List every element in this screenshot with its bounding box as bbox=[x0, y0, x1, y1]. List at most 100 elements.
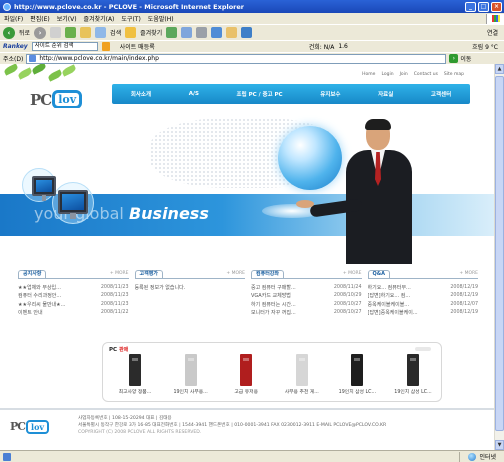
product-item[interactable]: 19인치 삼성 LC... bbox=[389, 354, 437, 395]
favorites-button-label[interactable]: 즐겨찾기 bbox=[140, 28, 162, 37]
list-item[interactable]: 중옥케이블케이블... 2008/12/07 bbox=[368, 300, 479, 309]
pc-tower-image[interactable] bbox=[240, 354, 253, 386]
list-item[interactable]: 하기 컴퓨터는 시간... 2008/10/27 bbox=[251, 300, 362, 309]
site-logo[interactable]: PC lov bbox=[30, 90, 83, 109]
notice-more-link[interactable]: + MORE bbox=[110, 271, 129, 276]
history-icon[interactable] bbox=[166, 27, 178, 38]
product-item[interactable]: 19인치 사무용... bbox=[167, 354, 215, 395]
address-input[interactable]: http://www.pclove.co.kr/main/index.php bbox=[26, 53, 447, 64]
back-arrow-icon[interactable]: ‹ bbox=[3, 26, 15, 39]
rank-search-button[interactable] bbox=[101, 42, 110, 51]
menu-edit[interactable]: 편집(E) bbox=[30, 14, 50, 23]
menu-tools[interactable]: 도구(T) bbox=[121, 14, 140, 23]
list-item[interactable]: [답변]하기요... 컴... 2008/12/19 bbox=[368, 292, 479, 301]
pc-tower-image[interactable] bbox=[406, 354, 419, 386]
lecture-board: 컴퓨터강좌 + MORE 중고 컴퓨터 구매할... 2008/11/24 VGA… bbox=[251, 270, 362, 332]
back-button-label[interactable]: 뒤로 bbox=[19, 28, 30, 37]
qna-more-link[interactable]: + MORE bbox=[459, 271, 478, 276]
print-icon[interactable] bbox=[196, 27, 208, 38]
forward-arrow-icon[interactable]: › bbox=[34, 26, 47, 39]
home-icon[interactable] bbox=[80, 27, 92, 38]
scroll-thumb[interactable] bbox=[495, 76, 504, 431]
stop-icon[interactable] bbox=[50, 27, 62, 38]
menu-help[interactable]: 도움말(H) bbox=[148, 14, 174, 23]
pc-tower-image[interactable] bbox=[184, 354, 197, 386]
product-item[interactable]: 19인치 삼성 LC... bbox=[333, 354, 381, 395]
product-item[interactable]: 고급 유저용 bbox=[222, 354, 270, 395]
scroll-down-icon[interactable]: ▼ bbox=[495, 440, 504, 450]
list-item[interactable]: [답변]중옥케이블케이... 2008/12/19 bbox=[368, 309, 479, 318]
main-nav: 회사소개 A/S 조립 PC / 중고 PC 유지보수 자료실 고객센터 bbox=[112, 84, 470, 104]
rankey-logo[interactable]: Rankey bbox=[3, 43, 28, 50]
review-more-link[interactable]: + MORE bbox=[226, 271, 245, 276]
util-sitemap-link[interactable]: Site map bbox=[444, 72, 464, 77]
page-icon bbox=[29, 55, 37, 62]
product-label[interactable]: 고급 유저용 bbox=[234, 388, 258, 395]
product-label[interactable]: 19인치 사무용... bbox=[173, 388, 207, 395]
pc-more-button[interactable] bbox=[415, 347, 431, 351]
menu-view[interactable]: 보기(V) bbox=[57, 14, 77, 23]
go-button[interactable]: › 이동 bbox=[449, 54, 471, 63]
menu-favorites[interactable]: 즐겨찾기(A) bbox=[84, 14, 115, 23]
rank-stat: 건희: N/A bbox=[308, 44, 335, 51]
window-titlebar: http://www.pclove.co.kr - PCLOVE - Micro… bbox=[0, 0, 504, 13]
product-label[interactable]: 19인치 삼성 LC... bbox=[339, 388, 376, 395]
ie-icon bbox=[3, 2, 11, 11]
util-home-link[interactable]: Home bbox=[362, 72, 375, 77]
vertical-scrollbar[interactable]: ▲ ▼ bbox=[494, 64, 504, 450]
scroll-up-icon[interactable]: ▲ bbox=[495, 64, 504, 74]
menu-file[interactable]: 파일(F) bbox=[4, 14, 23, 23]
folder-icon[interactable] bbox=[226, 27, 238, 38]
list-item[interactable]: 중고 컴퓨터 구매할... 2008/11/24 bbox=[251, 283, 362, 292]
minimize-button[interactable]: _ bbox=[465, 1, 476, 12]
list-item[interactable]: ★★우리씨 물만내★... 2008/11/23 bbox=[18, 300, 129, 309]
edit-icon[interactable] bbox=[211, 27, 223, 38]
product-item[interactable]: 최고사양 정품... bbox=[111, 354, 159, 395]
list-item[interactable]: ★★업체와 무상입... 2008/11/23 bbox=[18, 283, 129, 292]
nav-maintenance[interactable]: 유지보수 bbox=[320, 90, 340, 98]
product-label[interactable]: 사무용 추천 게... bbox=[285, 388, 319, 395]
go-label[interactable]: 이동 bbox=[460, 54, 471, 63]
lecture-board-title[interactable]: 컴퓨터강좌 bbox=[251, 270, 285, 278]
qna-board-title[interactable]: Q&A bbox=[367, 270, 390, 278]
product-label[interactable]: 19인치 삼성 LC... bbox=[394, 388, 431, 395]
util-join-link[interactable]: Join bbox=[400, 72, 408, 77]
pc-tower-image[interactable] bbox=[129, 354, 141, 386]
list-item[interactable]: 모니터가 자꾸 꺼집... 2008/10/27 bbox=[251, 309, 362, 318]
favorites-star-icon[interactable] bbox=[125, 27, 137, 38]
pc-tower-image[interactable] bbox=[351, 354, 364, 386]
list-item[interactable]: VGA카드 교체방법 2008/10/29 bbox=[251, 292, 362, 301]
pc-tower-image[interactable] bbox=[295, 354, 308, 386]
list-item[interactable]: 이벤트 안내 2008/11/22 bbox=[18, 309, 129, 318]
mail-icon[interactable] bbox=[181, 27, 193, 38]
search-button-label[interactable]: 검색 bbox=[110, 28, 121, 37]
notice-board-title[interactable]: 공지사항 bbox=[18, 270, 47, 278]
refresh-icon[interactable] bbox=[65, 27, 77, 38]
security-zone: 인터넷 bbox=[459, 451, 504, 462]
site-register-label[interactable]: 사이트 매등록 bbox=[120, 42, 155, 51]
address-url[interactable]: http://www.pclove.co.kr/main/index.php bbox=[39, 55, 159, 62]
close-button[interactable]: × bbox=[491, 1, 502, 12]
utility-nav: Home Login Join Contact us Site map bbox=[362, 72, 464, 77]
rank-search-input[interactable]: 사이트 순위 검색 bbox=[31, 42, 98, 51]
windows-flag-icon bbox=[486, 13, 504, 24]
messenger-icon[interactable] bbox=[241, 27, 253, 38]
menu-bar: 파일(F) 편집(E) 보기(V) 즐겨찾기(A) 도구(T) 도움말(H) bbox=[0, 13, 504, 24]
review-board-title[interactable]: 고객평가 bbox=[134, 270, 163, 278]
product-label[interactable]: 최고사양 정품... bbox=[119, 388, 152, 395]
product-item[interactable]: 사무용 추천 게... bbox=[278, 354, 326, 395]
util-login-link[interactable]: Login bbox=[381, 72, 393, 77]
nav-archive[interactable]: 자료실 bbox=[378, 90, 393, 98]
hero-banner: your global Business bbox=[0, 108, 494, 264]
lecture-more-link[interactable]: + MORE bbox=[343, 271, 362, 276]
nav-assembly-pc[interactable]: 조립 PC / 중고 PC bbox=[237, 90, 283, 98]
nav-company[interactable]: 회사소개 bbox=[131, 90, 151, 98]
nav-as[interactable]: A/S bbox=[189, 91, 199, 97]
maximize-button[interactable]: □ bbox=[478, 1, 489, 12]
list-item[interactable]: 하기요... 컴퓨터무... 2008/12/19 bbox=[368, 283, 479, 292]
list-item[interactable]: 컴퓨터 수리과정안... 2008/11/23 bbox=[18, 292, 129, 301]
nav-support[interactable]: 고객센터 bbox=[431, 90, 451, 98]
search-icon[interactable] bbox=[95, 27, 107, 38]
util-contact-link[interactable]: Contact us bbox=[414, 72, 438, 77]
links-label[interactable]: 연결 bbox=[487, 28, 504, 37]
